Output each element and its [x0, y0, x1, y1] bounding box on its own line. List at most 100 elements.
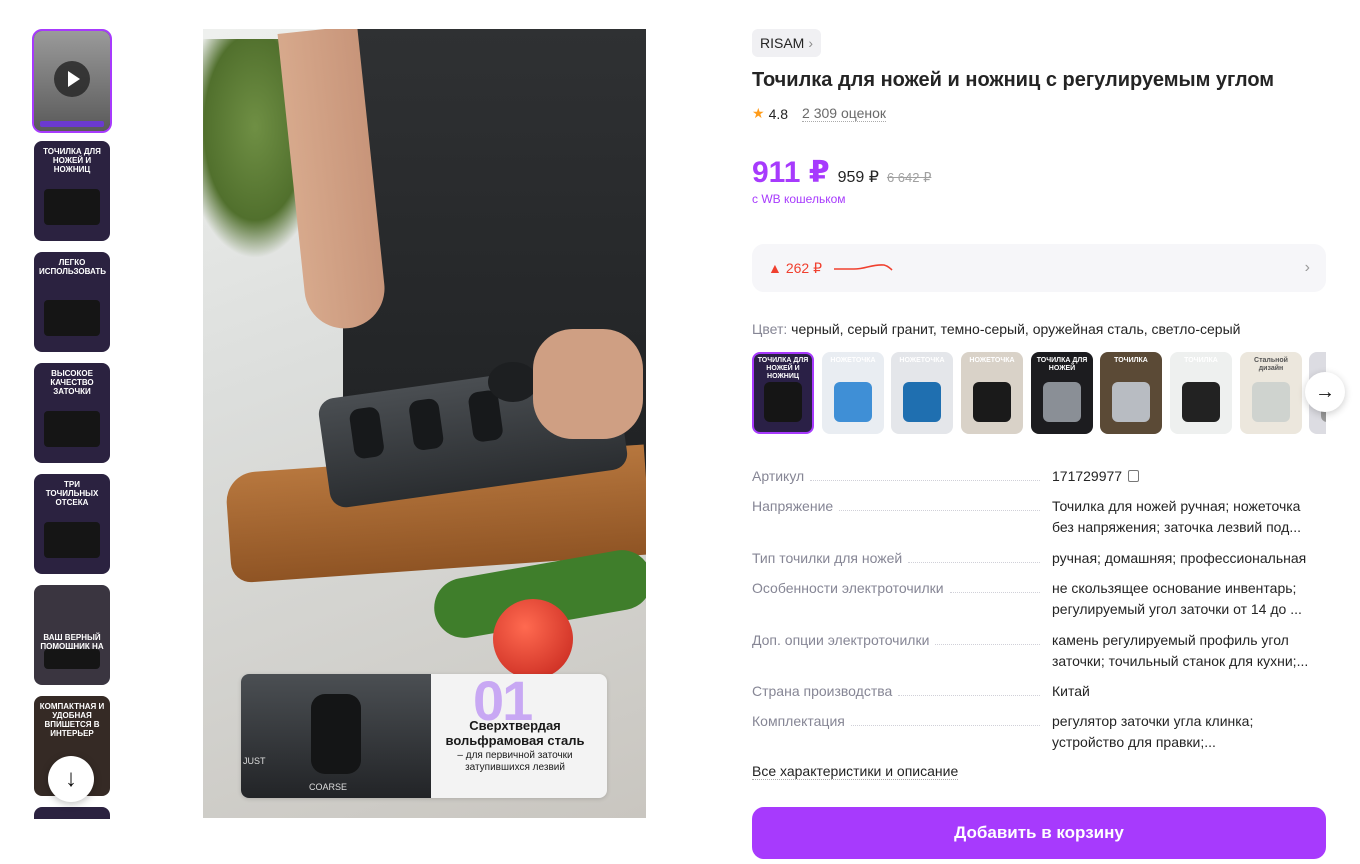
feature-subline: – для первичной заточки затупившихся лез…: [457, 750, 573, 773]
spec-row: Артикул 171729977: [752, 466, 1326, 487]
price-delta: ▲ 262 ₽: [768, 260, 822, 277]
thumbnail-caption-bar: [40, 121, 104, 127]
spec-leader: [839, 510, 1040, 511]
arrow-right-icon[interactable]: →: [1305, 372, 1345, 412]
price-block: 911 ₽ 959 ₽ 6 642 ₽: [752, 155, 931, 190]
swatch-product: [903, 382, 941, 422]
main-product-photo[interactable]: JUST COARSE 01 Сверхтвердая вольфрамовая…: [203, 29, 646, 818]
thumbnail-video[interactable]: [32, 29, 112, 133]
spec-key: Тип точилки для ножей: [752, 548, 1052, 569]
star-icon: ★: [752, 105, 765, 121]
thumbnail-item[interactable]: ТРИ ТОЧИЛЬНЫХ ОТСЕКА: [34, 474, 110, 574]
spec-leader: [850, 725, 1040, 726]
brand-link[interactable]: RISAM ›: [752, 29, 822, 57]
spec-value: Точилка для ножей ручная; ножеточка без …: [1052, 498, 1301, 535]
spec-row: Напряжение Точилка для ножей ручная; нож…: [752, 496, 1326, 538]
spec-key: Страна производства: [752, 681, 1052, 702]
sharpener-slot: [348, 405, 386, 460]
spec-key-label: Особенности электроточилки: [752, 580, 944, 596]
color-label-key: Цвет:: [752, 321, 788, 337]
swatch-product: [834, 382, 872, 422]
spec-value: Китай: [1052, 683, 1090, 699]
play-icon[interactable]: [54, 61, 90, 97]
arrow-down-icon[interactable]: ↓: [48, 756, 94, 802]
copy-icon[interactable]: [1128, 470, 1140, 482]
color-swatch[interactable]: НОЖЕТОЧКА: [891, 352, 953, 434]
price-history-button[interactable]: ▲ 262 ₽ ›: [752, 244, 1326, 292]
price-old: 6 642 ₽: [886, 170, 932, 185]
color-swatch[interactable]: ТОЧИЛКА: [1100, 352, 1162, 434]
color-swatch-carousel: ТОЧИЛКА ДЛЯ НОЖЕЙ И НОЖНИЦ НОЖЕТОЧКА НОЖ…: [752, 351, 1326, 435]
spec-row: Особенности электроточилки не скользящее…: [752, 578, 1326, 620]
thumbnail-image: [44, 522, 100, 558]
photo-hand: [533, 329, 643, 439]
spec-key-label: Страна производства: [752, 683, 893, 699]
thumbnail-caption: ТРИ ТОЧИЛЬНЫХ ОТСЕКА: [45, 480, 99, 507]
swatch-product: [1112, 382, 1150, 422]
thumbnail-caption: ТОЧИЛКА ДЛЯ НОЖЕЙ И НОЖНИЦ: [43, 147, 101, 174]
color-swatch[interactable]: ТОЧИЛКА ДЛЯ НОЖЕЙ: [1031, 352, 1093, 434]
thumbnail-image: [44, 189, 100, 225]
swatch-caption: НОЖЕТОЧКА: [969, 357, 1015, 364]
photo-tomato: [493, 599, 573, 679]
spec-key: Комплектация: [752, 711, 1052, 753]
spec-row: Страна производства Китай: [752, 681, 1326, 702]
thumbnail-item[interactable]: ТОЧИЛКА ДЛЯ НОЖЕЙ И НОЖНИЦ: [34, 141, 110, 241]
add-to-cart-button[interactable]: Добавить в корзину: [752, 807, 1326, 859]
swatch-product: [973, 382, 1011, 422]
article-number[interactable]: 171729977: [1052, 468, 1122, 484]
swatch-caption: НОЖЕТОЧКА: [899, 357, 945, 364]
spec-key-label: Доп. опции электроточилки: [752, 632, 930, 648]
swatch-product: [1182, 382, 1220, 422]
feature-device-slot: [311, 694, 361, 774]
feature-label-coarse: COARSE: [309, 782, 348, 792]
feature-headline: Сверхтвердая вольфрамовая сталь: [445, 718, 585, 748]
thumbnail-item[interactable]: ВАШ ВЕРНЫЙ ПОМОЩНИК НА КУХНЕ: [34, 585, 110, 685]
spec-key-label: Комплектация: [752, 713, 845, 729]
swatch-product: [1252, 382, 1290, 422]
thumbnail-item[interactable]: [34, 807, 110, 819]
all-specs-link[interactable]: Все характеристики и описание: [752, 763, 959, 780]
spec-row: Комплектация регулятор заточки угла клин…: [752, 711, 1326, 753]
color-swatch[interactable]: НОЖЕТОЧКА: [961, 352, 1023, 434]
price-trend-sparkline: [834, 264, 893, 271]
feature-label-just: JUST: [243, 756, 266, 766]
swatch-caption: ТОЧИЛКА ДЛЯ НОЖЕЙ И НОЖНИЦ: [757, 357, 809, 380]
spec-value: не скользящее основание инвентарь; регул…: [1052, 580, 1302, 617]
spec-leader: [908, 562, 1040, 563]
spec-leader: [898, 695, 1040, 696]
brand-name: RISAM: [760, 35, 805, 51]
color-swatch[interactable]: НОЖЕТОЧКА: [822, 352, 884, 434]
thumbnail-item[interactable]: ЛЕГКО ИСПОЛЬЗОВАТЬ: [34, 252, 110, 352]
color-label-value: черный, серый гранит, темно-серый, оруже…: [791, 321, 1241, 337]
wallet-note[interactable]: с WB кошельком: [752, 192, 846, 206]
sharpener-slot: [407, 397, 445, 452]
color-swatch[interactable]: ТОЧИЛКА ДЛЯ НОЖЕЙ И НОЖНИЦ: [752, 352, 814, 434]
spec-row: Доп. опции электроточилки камень регулир…: [752, 630, 1326, 672]
swatch-caption: ТОЧИЛКА: [1184, 357, 1218, 364]
thumbnail-image: [44, 649, 100, 669]
spec-leader: [810, 480, 1040, 481]
reviews-link[interactable]: 2 309 оценок: [802, 105, 887, 122]
photo-knob: [488, 362, 538, 402]
spec-key: Напряжение: [752, 496, 1052, 538]
color-swatch[interactable]: ТОЧИЛКА: [1170, 352, 1232, 434]
thumbnail-caption: ВЫСОКОЕ КАЧЕСТВО ЗАТОЧКИ: [50, 369, 94, 396]
thumbnail-image: [44, 300, 100, 336]
spec-value: 171729977: [1052, 466, 1326, 487]
spec-value: камень регулируемый профиль угол заточки…: [1052, 632, 1309, 669]
thumbnail-caption: КОМПАКТНАЯ И УДОБНАЯ ВПИШЕТСЯ В ИНТЕРЬЕР: [39, 702, 105, 738]
chevron-right-icon: ›: [808, 35, 814, 51]
photo-feature-card: JUST COARSE 01 Сверхтвердая вольфрамовая…: [241, 674, 607, 798]
swatch-caption: НОЖЕТОЧКА: [830, 357, 876, 364]
spec-key: Особенности электроточилки: [752, 578, 1052, 620]
product-title: Точилка для ножей и ножниц с регулируемы…: [752, 69, 1275, 91]
thumbnail-item[interactable]: ВЫСОКОЕ КАЧЕСТВО ЗАТОЧКИ: [34, 363, 110, 463]
swatch-caption: Стальной дизайн: [1254, 357, 1288, 372]
product-rating: ★ 4.8 2 309 оценок: [752, 105, 887, 122]
spec-leader: [949, 592, 1040, 593]
spec-leader: [935, 644, 1040, 645]
color-swatch[interactable]: Стальной дизайн: [1240, 352, 1302, 434]
triangle-up-icon: ▲: [768, 260, 782, 276]
swatch-caption: ТОЧИЛКА: [1114, 357, 1148, 364]
